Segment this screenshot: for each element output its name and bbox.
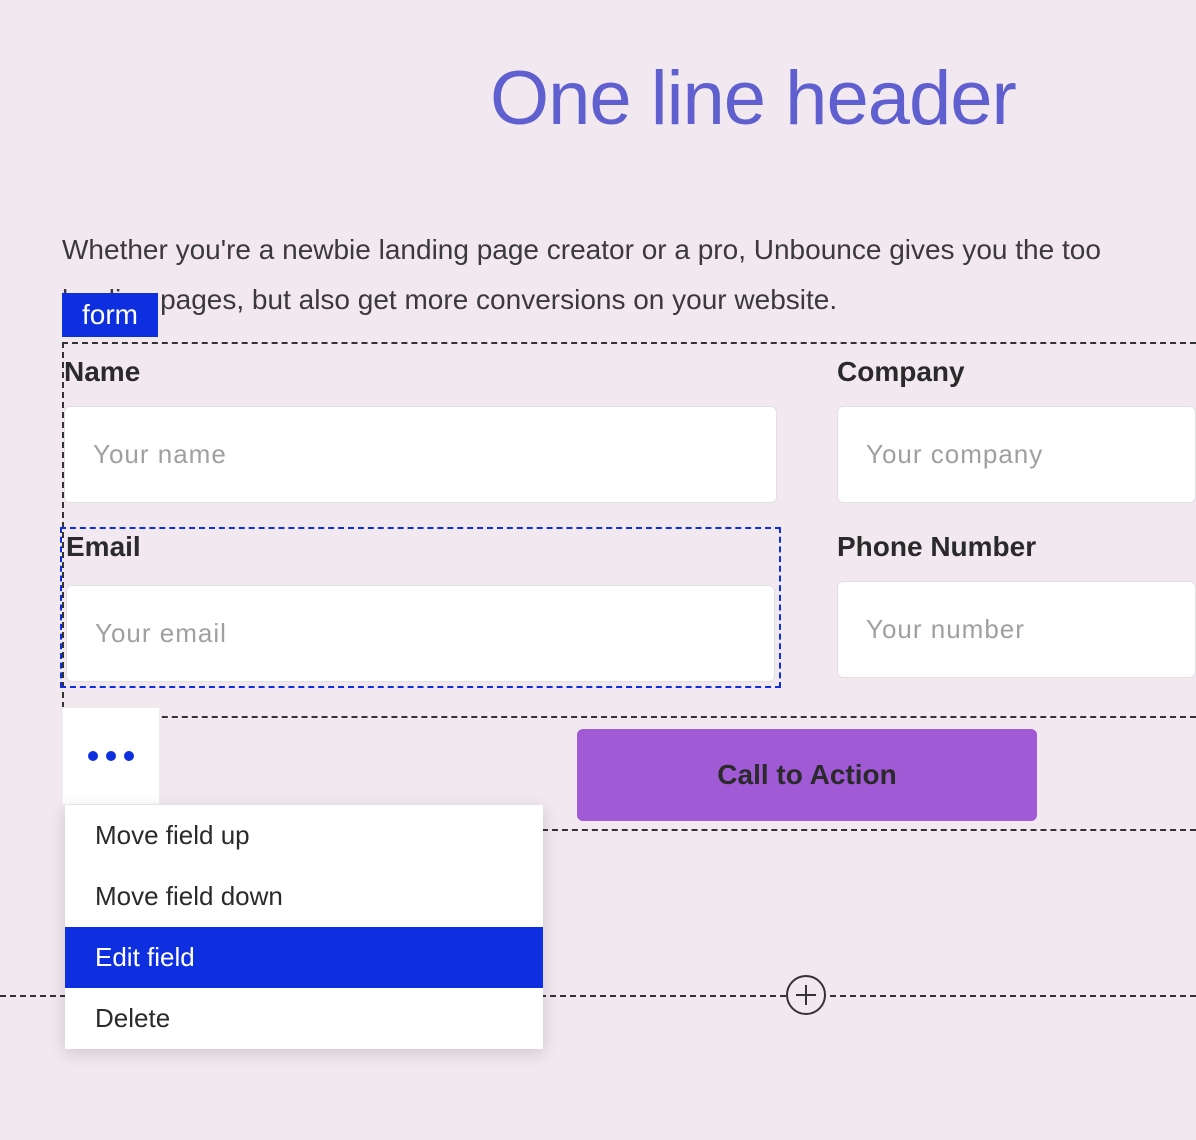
company-label: Company (837, 356, 1196, 388)
subheader-line-2: landing pages, but also get more convers… (62, 275, 1101, 325)
form-field-email[interactable]: Email (64, 531, 777, 688)
name-input[interactable] (64, 406, 777, 503)
form-bottom-border (542, 829, 1196, 831)
more-dots-icon (88, 751, 134, 761)
email-field-selected-wrapper: Email (60, 527, 781, 688)
menu-item-move-up[interactable]: Move field up (65, 805, 543, 866)
cta-button[interactable]: Call to Action (577, 729, 1037, 821)
phone-input[interactable] (837, 581, 1196, 678)
menu-item-delete[interactable]: Delete (65, 988, 543, 1049)
page-subheader[interactable]: Whether you're a newbie landing page cre… (62, 225, 1101, 326)
form-field-name[interactable]: Name (64, 356, 777, 503)
form-field-phone[interactable]: Phone Number (837, 531, 1196, 688)
form-element-tag[interactable]: form (62, 293, 158, 337)
more-options-button[interactable] (62, 707, 160, 805)
menu-item-move-down[interactable]: Move field down (65, 866, 543, 927)
field-context-menu: Move field up Move field down Edit field… (65, 805, 543, 1049)
page-title[interactable]: One line header (490, 55, 1016, 142)
phone-label: Phone Number (837, 531, 1196, 563)
menu-item-edit-field[interactable]: Edit field (65, 927, 543, 988)
company-input[interactable] (837, 406, 1196, 503)
form-container[interactable]: Name Company Email Phone Number (62, 342, 1196, 718)
form-field-company[interactable]: Company (837, 356, 1196, 503)
subheader-line-1: Whether you're a newbie landing page cre… (62, 225, 1101, 275)
name-label: Name (64, 356, 777, 388)
add-section-button[interactable] (786, 975, 826, 1015)
email-input[interactable] (66, 585, 775, 682)
email-label: Email (62, 529, 779, 563)
